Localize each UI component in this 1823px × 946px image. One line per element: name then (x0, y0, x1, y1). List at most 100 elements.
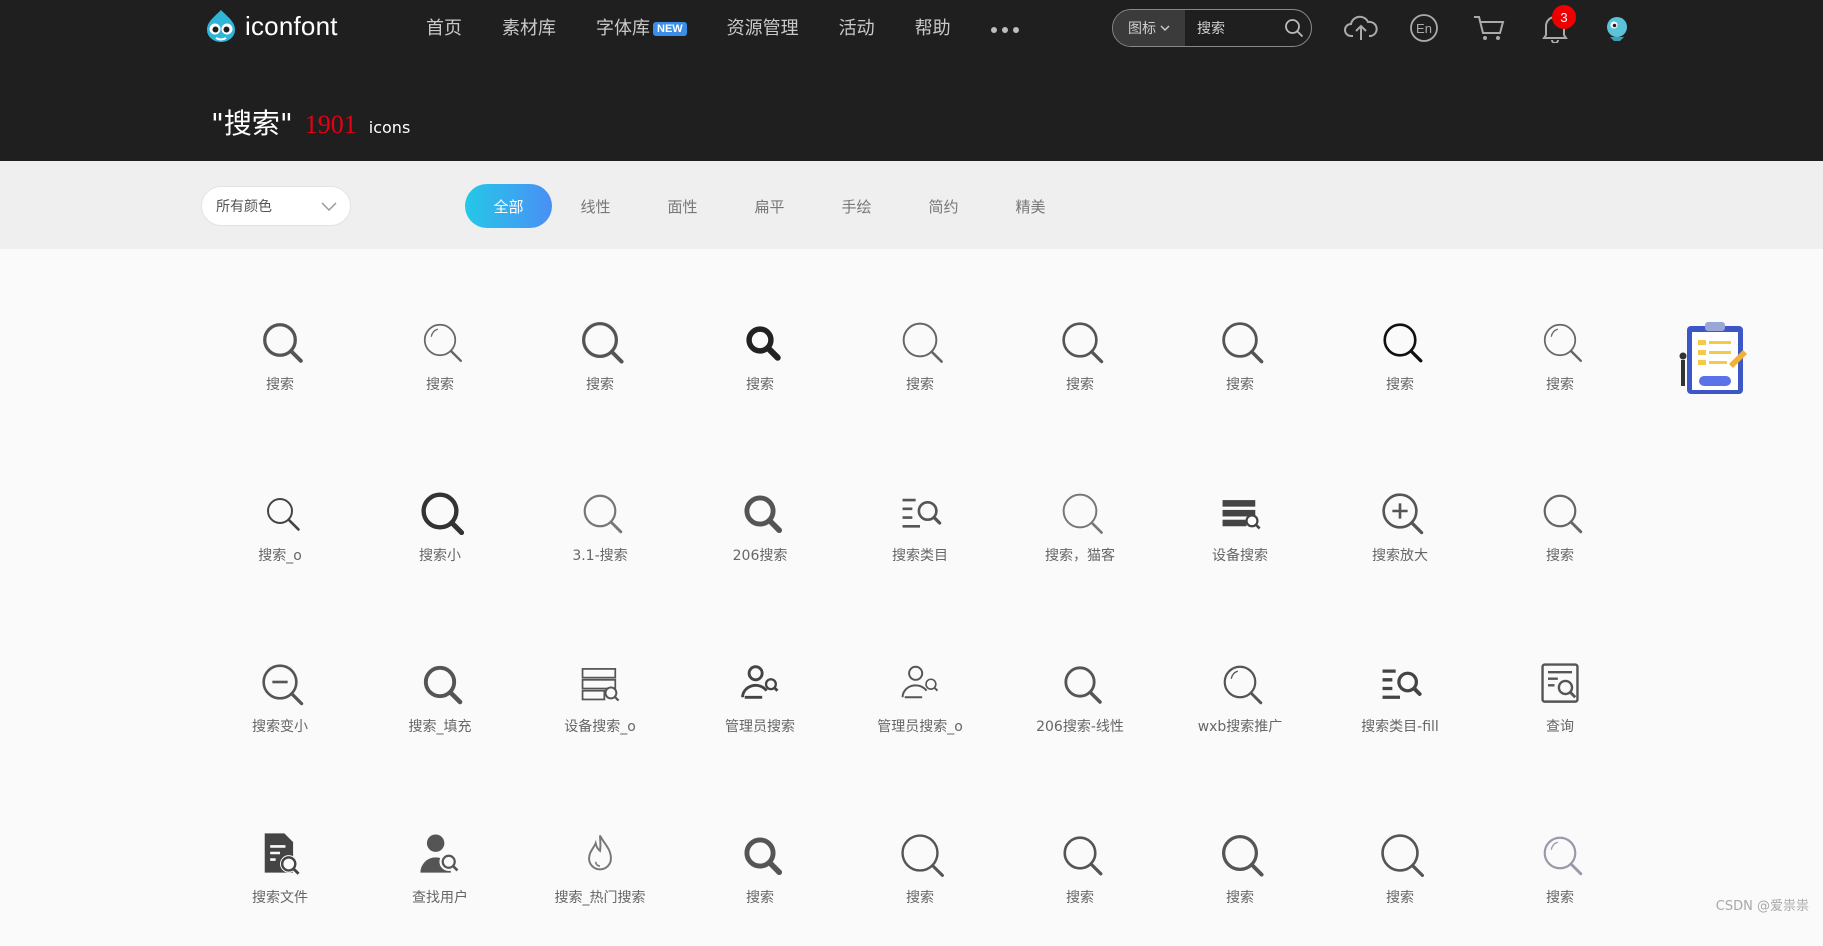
iconfont-logo-icon (203, 8, 239, 44)
icon-card[interactable]: 设备搜索 (1160, 433, 1320, 604)
icon-card[interactable]: 管理员搜索 (680, 604, 840, 775)
icon-card[interactable]: 搜索小 (360, 433, 520, 604)
icon-card[interactable]: 搜索 (1000, 262, 1160, 433)
mag-icon (1536, 487, 1584, 535)
icon-label: 管理员搜索 (725, 716, 795, 736)
search-input[interactable] (1185, 10, 1277, 46)
icon-label: 206搜索-线性 (1036, 716, 1124, 736)
flame-icon (576, 829, 624, 877)
icon-card[interactable]: 搜索 (1480, 262, 1640, 433)
icon-card[interactable]: 设备搜索_o (520, 604, 680, 775)
icon-card[interactable]: 查找用户 (360, 775, 520, 946)
nav-materials[interactable]: 素材库 (502, 14, 556, 40)
mag-icon (1056, 658, 1104, 706)
search-type-dropdown[interactable]: 图标 (1113, 10, 1185, 46)
icon-card[interactable]: 搜索 (840, 262, 1000, 433)
cart-icon (1472, 14, 1506, 42)
search-type-label: 图标 (1128, 18, 1156, 38)
nav-fonts[interactable]: 字体库NEW (596, 14, 687, 40)
icon-card[interactable]: 搜索 (1000, 775, 1160, 946)
nav-help[interactable]: 帮助 (915, 14, 951, 40)
mag-icon (416, 658, 464, 706)
icon-card[interactable]: 搜索 (360, 262, 520, 433)
icon-label: 搜索小 (419, 545, 461, 565)
icon-label: 搜索类目-fill (1361, 716, 1439, 736)
nav-resources[interactable]: 资源管理 (727, 14, 799, 40)
upload-button[interactable] (1344, 12, 1378, 44)
mag-bold-icon (736, 316, 784, 364)
icon-card[interactable]: 搜索 (1160, 262, 1320, 433)
icon-label: 搜索文件 (252, 887, 308, 907)
icon-card[interactable]: 搜索 (680, 775, 840, 946)
feedback-float-button[interactable] (1673, 320, 1753, 400)
icon-label: 搜索 (266, 374, 294, 394)
icon-card[interactable]: 搜索 (840, 775, 1000, 946)
mag-icon (736, 487, 784, 535)
mag-thin-icon (1216, 658, 1264, 706)
icon-card[interactable]: wxb搜索推广 (1160, 604, 1320, 775)
result-count: 1901 (305, 110, 357, 140)
nav-activities[interactable]: 活动 (839, 14, 875, 40)
style-tab-simple[interactable]: 简约 (900, 184, 987, 228)
style-tab-all[interactable]: 全部 (465, 184, 552, 228)
icon-card[interactable]: 搜索文件 (200, 775, 360, 946)
icon-card[interactable]: 搜索_o (200, 433, 360, 604)
icon-card[interactable]: 搜索 (1480, 775, 1640, 946)
icon-label: 查找用户 (412, 887, 468, 907)
server-search-icon (1216, 487, 1264, 535)
language-toggle[interactable]: En (1407, 12, 1441, 44)
style-tab-handdrawn[interactable]: 手绘 (813, 184, 900, 228)
icon-card[interactable]: 查询 (1480, 604, 1640, 775)
icon-label: 搜索_o (258, 545, 302, 565)
icon-label: 管理员搜索_o (877, 716, 963, 736)
color-filter-dropdown[interactable]: 所有颜色 (201, 186, 351, 226)
query-text: "搜索" (211, 102, 293, 142)
style-tab-filled[interactable]: 面性 (639, 184, 726, 228)
more-menu-icon[interactable] (991, 21, 1019, 33)
icon-label: 搜索 (1386, 374, 1414, 394)
icon-card[interactable]: 搜索放大 (1320, 433, 1480, 604)
icon-card[interactable]: 搜索类目 (840, 433, 1000, 604)
logo[interactable]: iconfont (203, 8, 338, 44)
style-tab-flat[interactable]: 扁平 (726, 184, 813, 228)
icon-card[interactable]: 管理员搜索_o (840, 604, 1000, 775)
icon-card[interactable]: 搜索 (1160, 775, 1320, 946)
mag-icon (896, 829, 944, 877)
user-avatar[interactable] (1600, 12, 1634, 44)
avatar-icon (1602, 13, 1632, 43)
cart-button[interactable] (1472, 12, 1506, 44)
notification-count-badge: 3 (1552, 5, 1576, 29)
notifications-button[interactable]: 3 (1538, 12, 1572, 44)
icon-card[interactable]: 搜索 (1320, 262, 1480, 433)
icon-label: 搜索变小 (252, 716, 308, 736)
icon-card[interactable]: 搜索变小 (200, 604, 360, 775)
main-nav: 首页 素材库 字体库NEW 资源管理 活动 帮助 (426, 14, 1019, 40)
icon-card[interactable]: 搜索_填充 (360, 604, 520, 775)
style-tab-exquisite[interactable]: 精美 (987, 184, 1074, 228)
icon-card[interactable]: 206搜索 (680, 433, 840, 604)
icon-card[interactable]: 搜索 (1320, 775, 1480, 946)
icon-label: wxb搜索推广 (1198, 716, 1283, 736)
style-tab-linear[interactable]: 线性 (552, 184, 639, 228)
icon-card[interactable]: 搜索 (1480, 433, 1640, 604)
icon-card[interactable]: 搜索类目-fill (1320, 604, 1480, 775)
doc-search-icon (1536, 658, 1584, 706)
icon-card[interactable]: 搜索，猫客 (1000, 433, 1160, 604)
icon-label: 搜索_热门搜索 (555, 887, 646, 907)
nav-home[interactable]: 首页 (426, 14, 462, 40)
icon-label: 搜索 (906, 374, 934, 394)
search-button[interactable] (1277, 10, 1311, 46)
mag-icon (576, 316, 624, 364)
icon-label: 搜索 (906, 887, 934, 907)
icon-card[interactable]: 搜索_热门搜索 (520, 775, 680, 946)
icon-label: 搜索_填充 (409, 716, 472, 736)
icon-card[interactable]: 3.1-搜索 (520, 433, 680, 604)
mag-icon (1376, 829, 1424, 877)
nav-fonts-label: 字体库 (596, 18, 650, 39)
icon-card[interactable]: 搜索 (520, 262, 680, 433)
icon-card[interactable]: 搜索 (200, 262, 360, 433)
clipboard-feedback-icon (1673, 320, 1753, 400)
icon-card[interactable]: 搜索 (680, 262, 840, 433)
icon-label: 设备搜索_o (564, 716, 636, 736)
icon-card[interactable]: 206搜索-线性 (1000, 604, 1160, 775)
